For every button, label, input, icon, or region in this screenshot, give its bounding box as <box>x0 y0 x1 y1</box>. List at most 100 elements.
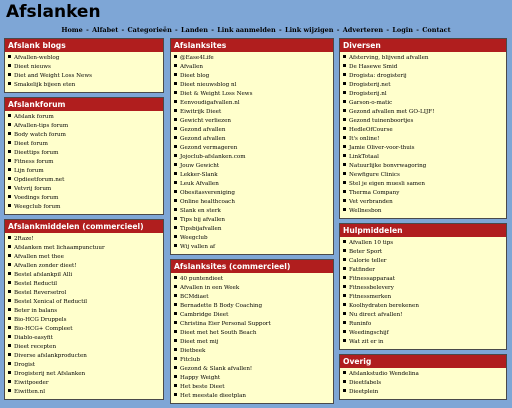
list-item[interactable]: Fitness forum <box>8 158 160 167</box>
list-link[interactable]: Bestel Reversetrol <box>14 290 66 296</box>
list-link[interactable]: Afvallen met thee <box>14 254 64 260</box>
list-item[interactable]: Body watch forum <box>8 131 160 140</box>
list-link[interactable]: Beter Sport <box>349 249 382 255</box>
list-item[interactable]: HedleOfCourse <box>343 126 503 135</box>
list-link[interactable]: Bio-HCG+ Compleet <box>14 326 72 332</box>
nav-home[interactable]: Home <box>61 26 83 34</box>
list-link[interactable]: Lekker-Slank <box>180 172 218 178</box>
list-link[interactable]: Dieet met mij <box>180 339 218 345</box>
list-link[interactable]: Wij vallen af <box>180 244 215 250</box>
list-item[interactable]: Dieet blog <box>174 72 330 81</box>
list-item[interactable]: Diet and Weight Loss News <box>8 72 160 81</box>
list-link[interactable]: Tipsbijafvallen <box>180 226 221 232</box>
list-link[interactable]: Fitclub <box>180 357 200 363</box>
list-item[interactable]: Dieettips forum <box>8 149 160 158</box>
list-item[interactable]: Weedingschijf <box>343 329 503 338</box>
list-item[interactable]: Lekker-Slank <box>174 171 330 180</box>
list-item[interactable]: Gewicht verliezen <box>174 117 330 126</box>
list-item[interactable]: Het beste Dieet <box>174 383 330 392</box>
list-item[interactable]: Afslank forum <box>8 113 160 122</box>
nav-login[interactable]: Login <box>392 26 413 34</box>
list-item[interactable]: 2Raze! <box>8 235 160 244</box>
list-link[interactable]: Gezond afvallen met GO-LIJF! <box>349 109 434 115</box>
list-link[interactable]: Gezond afvallen <box>180 136 225 142</box>
list-link[interactable]: Drogisterij.nl <box>349 91 387 97</box>
list-item[interactable]: Drogista: drogisterij <box>343 72 503 81</box>
list-item[interactable]: Afslanken met lichaampunctuur <box>8 244 160 253</box>
list-link[interactable]: 40 puntendieet <box>180 276 223 282</box>
list-item[interactable]: Cambridge Dieet <box>174 311 330 320</box>
list-item[interactable]: Afvallen <box>174 63 330 72</box>
list-item[interactable]: Weegclub forum <box>8 203 160 212</box>
list-link[interactable]: Weegclub forum <box>14 204 60 210</box>
list-item[interactable]: Eenvoudigafvallen.nl <box>174 99 330 108</box>
nav-adverteren[interactable]: Adverteren <box>343 26 383 34</box>
list-item[interactable]: Dieet nieuws <box>8 63 160 72</box>
list-link[interactable]: Gezond & Slank afvallen! <box>180 366 252 372</box>
list-link[interactable]: Bio-HCG Druppels <box>14 317 66 323</box>
list-link[interactable]: Gezond tuinenboortjes <box>349 118 413 124</box>
list-item[interactable]: Bio-HCG Druppels <box>8 316 160 325</box>
list-item[interactable]: Lijn forum <box>8 167 160 176</box>
list-item[interactable]: Leuk Afvallen <box>174 180 330 189</box>
list-link[interactable]: Dieet forum <box>14 141 48 147</box>
list-link[interactable]: Tips bij afvallen <box>180 217 225 223</box>
list-link[interactable]: De Hasewe Smid <box>349 64 397 70</box>
list-link[interactable]: Drogisterij.net <box>349 82 390 88</box>
list-link[interactable]: Afsterving, blijvend afvallen <box>349 55 429 61</box>
list-item[interactable]: Beter Sport <box>343 248 503 257</box>
list-item[interactable]: Afvallen-tips forum <box>8 122 160 131</box>
list-link[interactable]: Lijn forum <box>14 168 44 174</box>
list-link[interactable]: Fitnessmerken <box>349 294 391 300</box>
nav-categorieen[interactable]: Categorieën <box>128 26 172 34</box>
list-link[interactable]: HedleOfCourse <box>349 127 393 133</box>
list-item[interactable]: Wij vallen af <box>174 243 330 252</box>
list-link[interactable]: Gezond vermageren <box>180 145 237 151</box>
list-link[interactable]: Eiwitpoeder <box>14 380 49 386</box>
list-link[interactable]: Jamie Oliver-voor-thuis <box>349 145 415 151</box>
list-item[interactable]: Dieetplein <box>343 388 503 397</box>
list-link[interactable]: Bestel Reductil <box>14 281 57 287</box>
list-item[interactable]: Stel je eigen muesli samen <box>343 180 503 189</box>
list-item[interactable]: Dieet recepten <box>8 343 160 352</box>
list-item[interactable]: Eiwitrijk Dieet <box>174 108 330 117</box>
list-item[interactable]: LinkTotaal <box>343 153 503 162</box>
list-link[interactable]: Dieettips forum <box>14 150 58 156</box>
list-item[interactable]: Nu direct afvallen! <box>343 311 503 320</box>
list-link[interactable]: Eiwitrijk Dieet <box>180 109 221 115</box>
list-link[interactable]: Het beste Dieet <box>180 384 224 390</box>
nav-landen[interactable]: Landen <box>181 26 208 34</box>
nav-contact[interactable]: Contact <box>422 26 450 34</box>
list-item[interactable]: Afvallen 10 tips <box>343 239 503 248</box>
list-link[interactable]: Diablo-easyfit <box>14 335 53 341</box>
list-item[interactable]: Wat zit er in <box>343 338 503 347</box>
list-item[interactable]: BCMdiaet <box>174 293 330 302</box>
list-link[interactable]: Obesitasvereniging <box>180 190 235 196</box>
list-item[interactable]: Afvallen zonder dieet! <box>8 262 160 271</box>
nav-link-wijzigen[interactable]: Link wijzigen <box>285 26 334 34</box>
list-link[interactable]: Newfigure Clinics <box>349 172 400 178</box>
list-link[interactable]: Diet and Weight Loss News <box>14 73 92 79</box>
list-link[interactable]: Opdieetforum.net <box>14 177 64 183</box>
list-link[interactable]: Weegclub <box>180 235 208 241</box>
list-item[interactable]: Smakelijk bijeen eten <box>8 81 160 90</box>
list-link[interactable]: Het meestale dieetplan <box>180 393 246 399</box>
list-link[interactable]: Beter in balans <box>14 308 57 314</box>
list-link[interactable]: Wat zit er in <box>349 339 384 345</box>
list-item[interactable]: Vetvrij forum <box>8 185 160 194</box>
list-item[interactable]: Jouw Gewicht <box>174 162 330 171</box>
list-item[interactable]: Fitnessbelevery <box>343 284 503 293</box>
list-item[interactable]: Beter in balans <box>8 307 160 316</box>
list-link[interactable]: Vetvrij forum <box>14 186 51 192</box>
list-item[interactable]: Tipsbijafvallen <box>174 225 330 234</box>
list-item[interactable]: Vet verbranden <box>343 198 503 207</box>
list-item[interactable]: Bestel Reductil <box>8 280 160 289</box>
list-link[interactable]: Jojoclub-afslanken.com <box>180 154 246 160</box>
list-item[interactable]: Newfigure Clinics <box>343 171 503 180</box>
list-item[interactable]: Afvallen in een Week <box>174 284 330 293</box>
list-item[interactable]: Drogist <box>8 361 160 370</box>
list-item[interactable]: Fitnessmerken <box>343 293 503 302</box>
list-item[interactable]: Dietbeek <box>174 347 330 356</box>
list-item[interactable]: Dieet nieuwsblog nl <box>174 81 330 90</box>
list-item[interactable]: Jamie Oliver-voor-thuis <box>343 144 503 153</box>
